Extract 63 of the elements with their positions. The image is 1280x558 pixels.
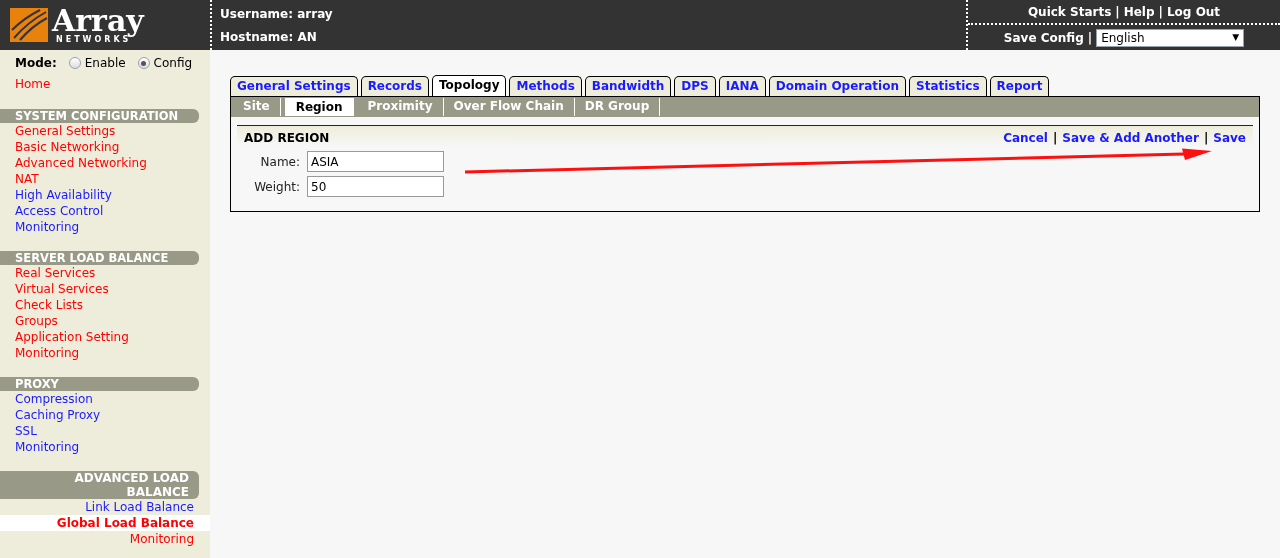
sidebar-link[interactable]: Access Control (0, 203, 210, 219)
separator: | (1052, 130, 1058, 147)
tab[interactable]: DPS (674, 76, 716, 96)
sidebar-link[interactable]: Caching Proxy (0, 407, 210, 423)
subtab[interactable]: Region (284, 98, 354, 116)
sidebar-link[interactable]: Link Load Balance (0, 499, 210, 515)
sidebar-link[interactable]: Monitoring (0, 345, 210, 361)
tab[interactable]: Bandwidth (584, 76, 672, 96)
sidebar-link[interactable]: Application Setting (0, 329, 210, 345)
header-link[interactable]: Help (1123, 3, 1155, 21)
sidebar-link[interactable]: Groups (0, 313, 210, 329)
separator: | (1203, 130, 1209, 147)
sidebar-link[interactable]: Real Services (0, 265, 210, 281)
section-header: SERVER LOAD BALANCE (0, 251, 199, 265)
hostname-label: Hostname: AN (220, 28, 318, 46)
header-link[interactable]: Quick Starts (1027, 3, 1112, 21)
sidebar-link[interactable]: High Availability (0, 187, 210, 203)
caret-icon: ▼ (1232, 31, 1240, 45)
sidebar-link[interactable]: Virtual Services (0, 281, 210, 297)
tab[interactable]: General Settings (230, 76, 358, 96)
action-link[interactable]: Cancel (1003, 129, 1048, 147)
username-label: Username: array (220, 5, 334, 23)
sidebar-link[interactable]: SSL (0, 423, 210, 439)
sidebar-link[interactable]: NAT (0, 171, 210, 187)
language-dropdown[interactable]: English ▼ (1096, 29, 1245, 47)
logo-text: Array (52, 6, 144, 36)
sidebar-link[interactable]: Check Lists (0, 297, 210, 313)
mode-radio[interactable]: Config (137, 54, 193, 72)
text-field[interactable]: 50 (307, 176, 444, 197)
sidebar-link[interactable]: Basic Networking (0, 139, 210, 155)
action-link[interactable]: Save & Add Another (1062, 129, 1199, 147)
section-header: SYSTEM CONFIGURATION (0, 109, 199, 123)
field-label: Weight: (253, 178, 301, 196)
tab[interactable]: Report (989, 76, 1050, 96)
form-title: ADD REGION (244, 130, 330, 147)
mode-radio[interactable]: Enable (68, 54, 126, 72)
sidebar-link[interactable]: Global Load Balance (0, 515, 210, 531)
header-link[interactable]: Log Out (1166, 3, 1221, 21)
tab[interactable]: Statistics (909, 76, 987, 96)
section-header: ADVANCED LOAD BALANCE (0, 471, 199, 499)
tab[interactable]: IANA (718, 76, 766, 96)
text-field[interactable]: ASIA (307, 151, 444, 172)
sidebar-link[interactable]: Compression (0, 391, 210, 407)
save-config-link[interactable]: Save Config (1003, 29, 1084, 47)
section-header: PROXY (0, 377, 199, 391)
tab[interactable]: Topology (432, 75, 507, 96)
tab[interactable]: Domain Operation (768, 76, 906, 96)
sidebar-link[interactable]: Monitoring (0, 219, 210, 235)
logo-subtitle: NETWORKS (56, 36, 132, 44)
tab[interactable]: Records (360, 76, 429, 96)
field-label: Name: (259, 153, 301, 171)
mode-label: Mode: (15, 55, 57, 72)
separator: | (1158, 4, 1163, 21)
sidebar-link[interactable]: Monitoring (0, 531, 210, 547)
action-link[interactable]: Save (1213, 129, 1246, 147)
sidebar-link[interactable]: General Settings (0, 123, 210, 139)
tab[interactable]: Methods (509, 76, 582, 96)
sidebar-link[interactable]: Advanced Networking (0, 155, 210, 171)
separator: | (1115, 4, 1120, 21)
sidebar-link[interactable]: Home (0, 75, 210, 93)
separator: | (1087, 30, 1093, 47)
sidebar-link[interactable]: Monitoring (0, 439, 210, 455)
logo-icon (10, 8, 48, 42)
